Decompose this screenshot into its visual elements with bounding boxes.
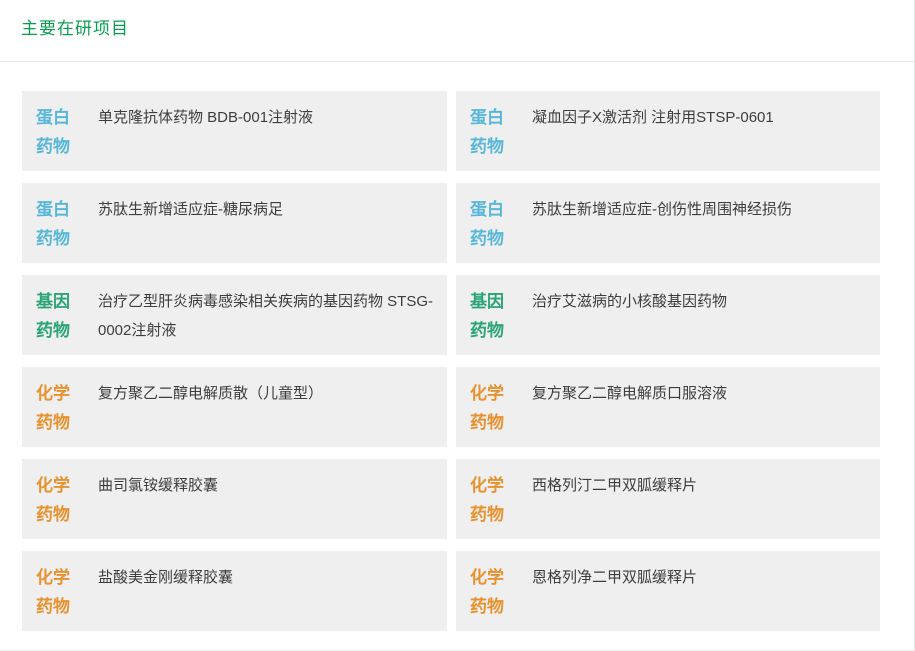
project-name: 复方聚乙二醇电解质口服溶液: [532, 379, 727, 408]
project-category-label: 基因 药物: [470, 287, 510, 345]
category-label-line-2: 药物: [36, 408, 76, 437]
project-category-label: 化学 药物: [36, 471, 76, 529]
category-label-line-1: 化学: [470, 563, 510, 592]
category-label-line-2: 药物: [36, 224, 76, 253]
project-category-label: 蛋白 药物: [36, 195, 76, 253]
project-name: 西格列汀二甲双胍缓释片: [532, 471, 697, 500]
project-card: 化学 药物 复方聚乙二醇电解质口服溶液: [456, 367, 880, 447]
project-name: 复方聚乙二醇电解质散（儿童型）: [98, 379, 323, 408]
project-card: 蛋白 药物 苏肽生新增适应症-创伤性周围神经损伤: [456, 183, 880, 263]
project-category-label: 化学 药物: [36, 379, 76, 437]
category-label-line-1: 蛋白: [36, 103, 76, 132]
project-category-label: 基因 药物: [36, 287, 76, 345]
main-rd-projects-panel: 主要在研项目 蛋白 药物 单克隆抗体药物 BDB-001注射液 蛋白 药物 凝血…: [0, 0, 915, 651]
category-label-line-2: 药物: [36, 316, 76, 345]
project-card: 蛋白 药物 单克隆抗体药物 BDB-001注射液: [22, 91, 447, 171]
category-label-line-1: 化学: [36, 563, 76, 592]
category-label-line-2: 药物: [470, 132, 510, 161]
category-label-line-1: 基因: [470, 287, 510, 316]
project-name: 苏肽生新增适应症-糖尿病足: [98, 195, 283, 224]
category-label-line-1: 基因: [36, 287, 76, 316]
project-category-label: 化学 药物: [470, 563, 510, 621]
category-label-line-1: 化学: [470, 471, 510, 500]
project-category-label: 化学 药物: [36, 563, 76, 621]
project-name: 曲司氯铵缓释胶囊: [98, 471, 218, 500]
project-name: 治疗艾滋病的小核酸基因药物: [532, 287, 727, 316]
category-label-line-2: 药物: [470, 224, 510, 253]
project-category-label: 蛋白 药物: [36, 103, 76, 161]
category-label-line-1: 化学: [36, 471, 76, 500]
category-label-line-1: 化学: [36, 379, 76, 408]
project-category-label: 化学 药物: [470, 471, 510, 529]
projects-grid: 蛋白 药物 单克隆抗体药物 BDB-001注射液 蛋白 药物 凝血因子X激活剂 …: [22, 91, 880, 631]
project-category-label: 蛋白 药物: [470, 195, 510, 253]
category-label-line-2: 药物: [470, 592, 510, 621]
project-card: 化学 药物 西格列汀二甲双胍缓释片: [456, 459, 880, 539]
project-card: 基因 药物 治疗乙型肝炎病毒感染相关疾病的基因药物 STSG-0002注射液: [22, 275, 447, 355]
project-category-label: 蛋白 药物: [470, 103, 510, 161]
category-label-line-2: 药物: [36, 132, 76, 161]
project-card: 蛋白 药物 凝血因子X激活剂 注射用STSP-0601: [456, 91, 880, 171]
category-label-line-1: 蛋白: [470, 103, 510, 132]
project-card: 化学 药物 复方聚乙二醇电解质散（儿童型）: [22, 367, 447, 447]
category-label-line-1: 化学: [470, 379, 510, 408]
panel-header: 主要在研项目: [0, 0, 914, 61]
category-label-line-2: 药物: [470, 408, 510, 437]
project-card: 蛋白 药物 苏肽生新增适应症-糖尿病足: [22, 183, 447, 263]
category-label-line-2: 药物: [36, 500, 76, 529]
project-card: 基因 药物 治疗艾滋病的小核酸基因药物: [456, 275, 880, 355]
project-category-label: 化学 药物: [470, 379, 510, 437]
category-label-line-2: 药物: [470, 316, 510, 345]
section-title: 主要在研项目: [0, 0, 914, 39]
project-card: 化学 药物 恩格列净二甲双胍缓释片: [456, 551, 880, 631]
category-label-line-2: 药物: [470, 500, 510, 529]
project-name: 恩格列净二甲双胍缓释片: [532, 563, 697, 592]
project-name: 盐酸美金刚缓释胶囊: [98, 563, 233, 592]
project-name: 治疗乙型肝炎病毒感染相关疾病的基因药物 STSG-0002注射液: [98, 287, 433, 345]
category-label-line-1: 蛋白: [36, 195, 76, 224]
project-name: 苏肽生新增适应症-创伤性周围神经损伤: [532, 195, 792, 224]
project-name: 凝血因子X激活剂 注射用STSP-0601: [532, 103, 774, 132]
project-card: 化学 药物 曲司氯铵缓释胶囊: [22, 459, 447, 539]
category-label-line-1: 蛋白: [470, 195, 510, 224]
project-card: 化学 药物 盐酸美金刚缓释胶囊: [22, 551, 447, 631]
category-label-line-2: 药物: [36, 592, 76, 621]
project-name: 单克隆抗体药物 BDB-001注射液: [98, 103, 313, 132]
header-divider: [0, 61, 915, 62]
